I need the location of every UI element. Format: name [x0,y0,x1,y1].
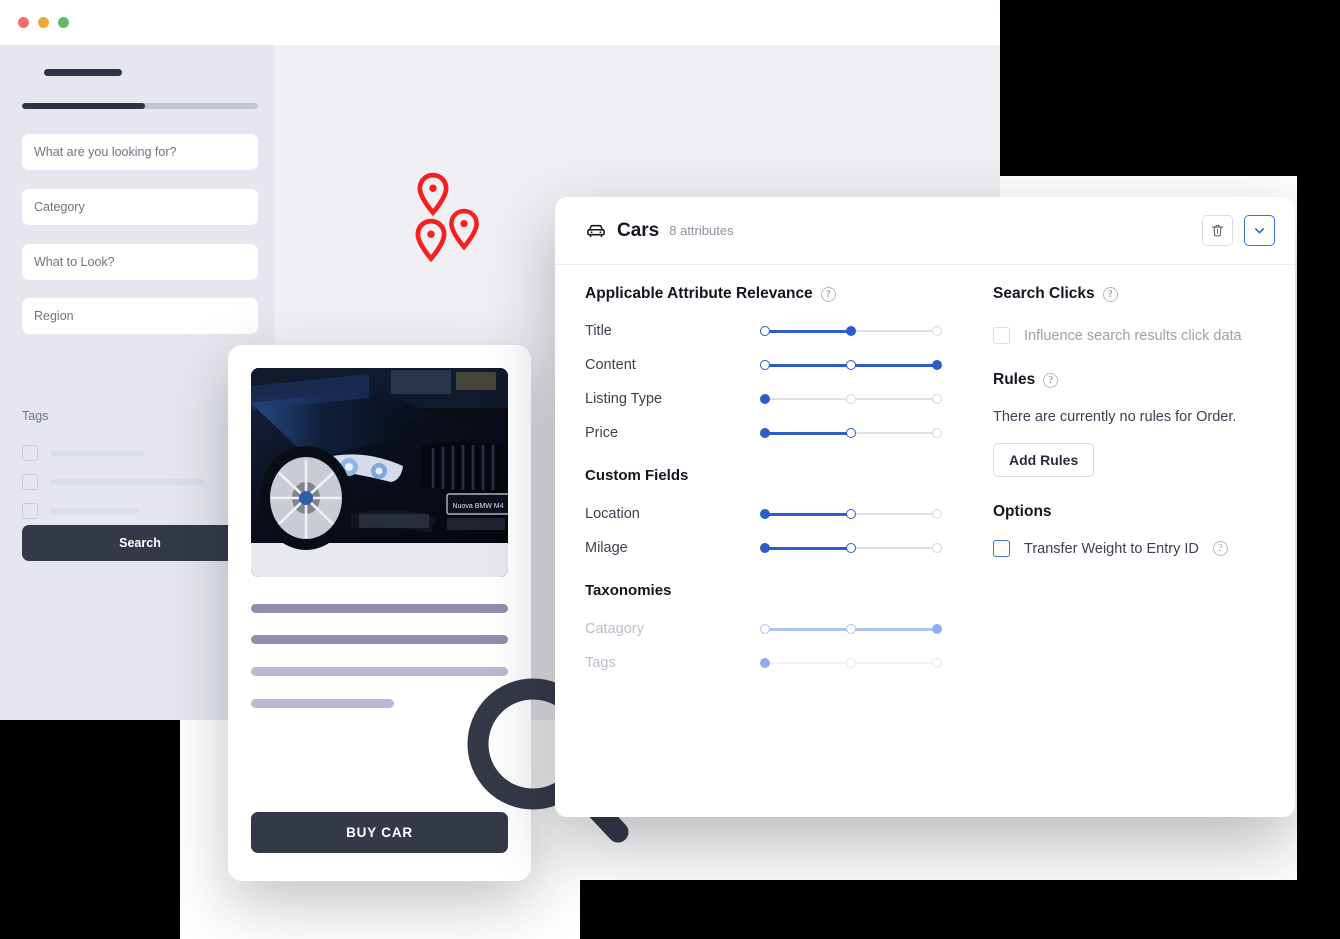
options-title: Options [993,503,1052,520]
taxonomies-heading: Taxonomies [585,582,975,599]
help-icon[interactable]: ? [1102,286,1118,302]
tag-filter-item[interactable] [22,445,145,461]
car-photo: Nuova BMW M4 [251,368,508,577]
transfer-weight-checkbox[interactable] [993,540,1010,557]
listing-text-placeholder [251,699,394,708]
attribute-row: Price [585,416,975,450]
relevance-slider[interactable] [760,324,942,338]
add-rules-button[interactable]: Add Rules [993,443,1095,477]
attribute-row: Location [585,497,975,531]
attribute-label: Location [585,506,640,522]
transfer-weight-label: Transfer Weight to Entry ID [1024,540,1199,557]
attribute-row: Milage [585,531,975,565]
attribute-row: Listing Type [585,382,975,416]
influence-click-data-checkbox[interactable] [993,327,1010,344]
relevance-title: Applicable Attribute Relevance [585,285,813,302]
transfer-weight-row[interactable]: Transfer Weight to Entry ID ? [993,540,1273,557]
svg-text:Nuova BMW M4: Nuova BMW M4 [453,503,504,510]
background-artifact-bottom [580,880,1340,939]
options-heading: Options [993,503,1273,521]
browser-titlebar [0,0,1000,45]
relevance-slider[interactable] [760,392,942,406]
attribute-label: Price [585,425,619,441]
minimize-window-button[interactable] [38,17,49,28]
tag-filter-item[interactable] [22,474,205,490]
tag-label-placeholder [50,450,145,456]
listing-text-placeholder [251,635,508,644]
settings-column: Search Clicks ? Influence search results… [993,285,1273,557]
rules-empty-text: There are currently no rules for Order. [993,409,1237,425]
background-artifact-bottom-left [0,720,180,939]
attribute-label: Title [585,323,612,339]
relevance-section-heading: Applicable Attribute Relevance ? [585,285,975,303]
panel-title: Cars [617,219,660,241]
what-to-look-field[interactable]: What to Look? [22,244,258,280]
maximize-window-button[interactable] [58,17,69,28]
attribute-label: Milage [585,540,628,556]
attribute-row: Content [585,348,975,382]
map-pin-icon [415,218,447,263]
attributes-column: Applicable Attribute Relevance ? Title C… [585,285,975,680]
chevron-down-icon [1255,228,1264,234]
attribute-settings-panel: Cars 8 attributes Applicable Attribute R… [555,197,1295,817]
custom-fields-title: Custom Fields [585,467,689,484]
panel-body: Applicable Attribute Relevance ? Title C… [555,265,1295,817]
sidebar-progress-bar [22,103,258,109]
taxonomies-title: Taxonomies [585,582,672,599]
help-icon[interactable]: ? [820,286,836,302]
custom-fields-heading: Custom Fields [585,467,975,484]
background-artifact-right [1297,176,1340,886]
attribute-row: Title [585,314,975,348]
attribute-label: Listing Type [585,391,663,407]
attribute-label: Tags [585,655,616,671]
rules-heading: Rules ? [993,371,1273,389]
help-icon[interactable]: ? [1212,541,1228,556]
relevance-slider[interactable] [760,507,942,521]
car-icon [587,224,605,237]
attribute-label: Catagory [585,621,644,637]
rules-title: Rules [993,371,1036,388]
collapse-panel-button[interactable] [1244,215,1275,246]
relevance-slider[interactable] [760,358,942,372]
tag-filter-item[interactable] [22,503,138,519]
map-pin-icon [449,208,479,251]
help-icon[interactable]: ? [1043,372,1059,388]
sidebar-title-placeholder [44,69,122,76]
tag-label-placeholder [50,508,138,514]
region-field[interactable]: Region [22,298,258,334]
attribute-row: Tags [585,646,975,680]
panel-header: Cars 8 attributes [555,197,1295,265]
relevance-slider[interactable] [760,622,942,636]
tag-checkbox[interactable] [22,474,38,490]
category-field[interactable]: Category [22,189,258,225]
search-clicks-heading: Search Clicks ? [993,285,1273,303]
attribute-row: Catagory [585,612,975,646]
influence-click-data-row[interactable]: Influence search results click data [993,327,1273,344]
listing-title-placeholder [251,604,508,613]
panel-attribute-count: 8 attributes [669,223,734,238]
tags-label: Tags [22,409,49,423]
relevance-slider[interactable] [760,426,942,440]
influence-click-data-label: Influence search results click data [1024,327,1242,344]
tag-checkbox[interactable] [22,503,38,519]
trash-icon [1211,224,1224,237]
delete-button[interactable] [1202,215,1233,246]
search-clicks-title: Search Clicks [993,285,1095,302]
tag-checkbox[interactable] [22,445,38,461]
search-query-field[interactable]: What are you looking for? [22,134,258,170]
tag-label-placeholder [50,479,205,485]
relevance-slider[interactable] [760,656,942,670]
background-artifact-top-right [1000,0,1340,176]
search-button[interactable]: Search [22,525,258,561]
attribute-label: Content [585,357,636,373]
relevance-slider[interactable] [760,541,942,555]
close-window-button[interactable] [18,17,29,28]
screenshot-root: What are you looking for? Category What … [0,0,1340,939]
